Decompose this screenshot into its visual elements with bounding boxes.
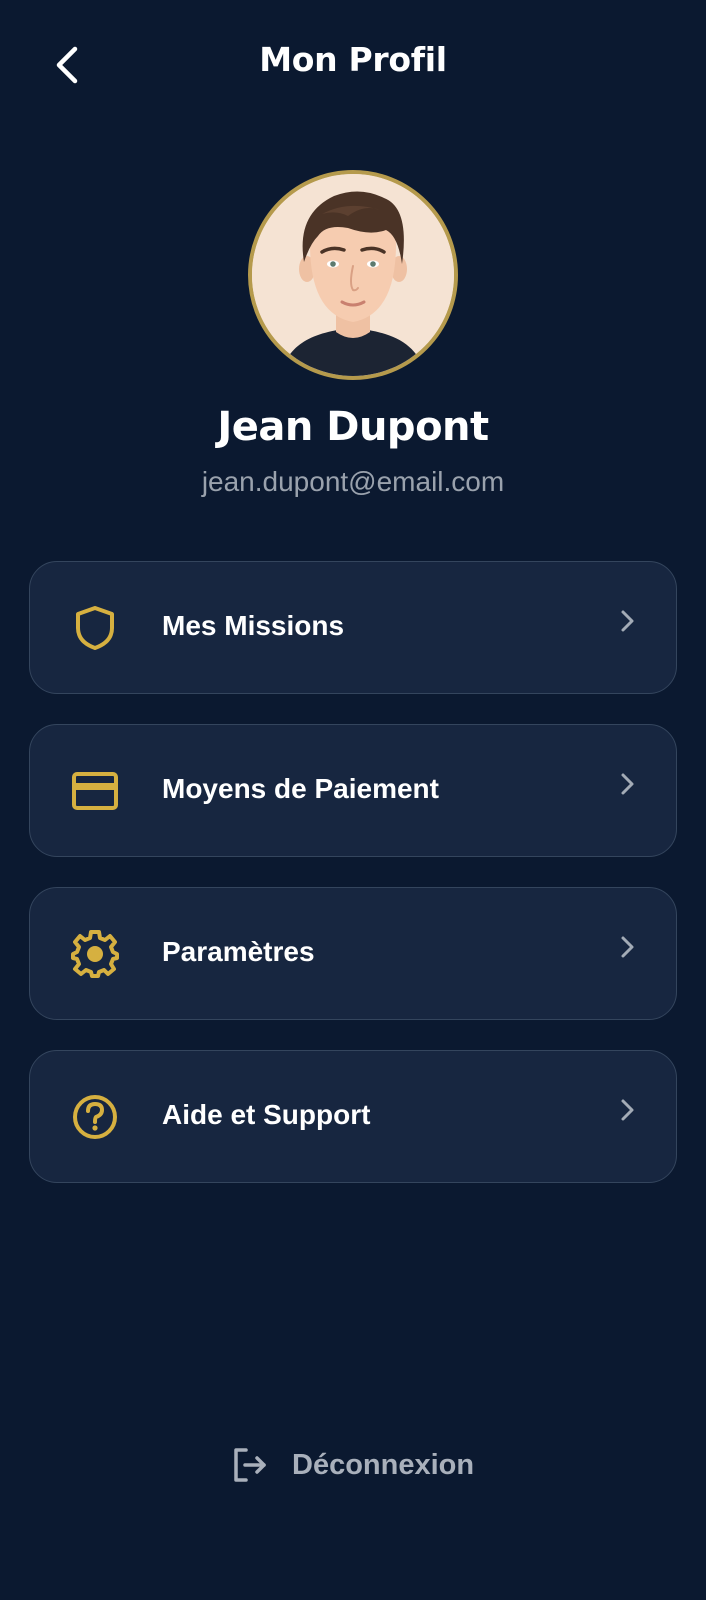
logout-button[interactable]: Déconnexion: [230, 1442, 474, 1488]
menu-item-settings[interactable]: Paramètres: [29, 887, 677, 1020]
chevron-right-icon: [621, 936, 634, 958]
gear-icon: [70, 929, 120, 979]
page-title: Mon Profil: [259, 40, 447, 79]
logout-icon: [234, 1448, 266, 1482]
menu-item-payment[interactable]: Moyens de Paiement: [29, 724, 677, 857]
menu-item-label: Mes Missions: [162, 610, 345, 641]
logout-label: Déconnexion: [292, 1448, 475, 1481]
chevron-right-icon: [621, 610, 634, 632]
profile-name: Jean Dupont: [217, 404, 489, 450]
credit-card-icon: [70, 766, 120, 816]
avatar: [248, 170, 458, 380]
menu-item-help[interactable]: Aide et Support: [29, 1050, 677, 1183]
menu-item-label: Aide et Support: [162, 1099, 371, 1130]
shield-icon: [70, 603, 120, 653]
menu-item-label: Moyens de Paiement: [162, 773, 439, 804]
header: Mon Profil: [0, 0, 706, 130]
chevron-right-icon: [621, 773, 634, 795]
menu-item-missions[interactable]: Mes Missions: [29, 561, 677, 694]
help-circle-icon: [70, 1092, 120, 1142]
menu-item-label: Paramètres: [162, 936, 315, 967]
profile-menu: Mes Missions Moyens de Paiement Paramètr: [29, 561, 677, 1213]
chevron-right-icon: [621, 1099, 634, 1121]
profile-email: jean.dupont@email.com: [201, 466, 505, 497]
